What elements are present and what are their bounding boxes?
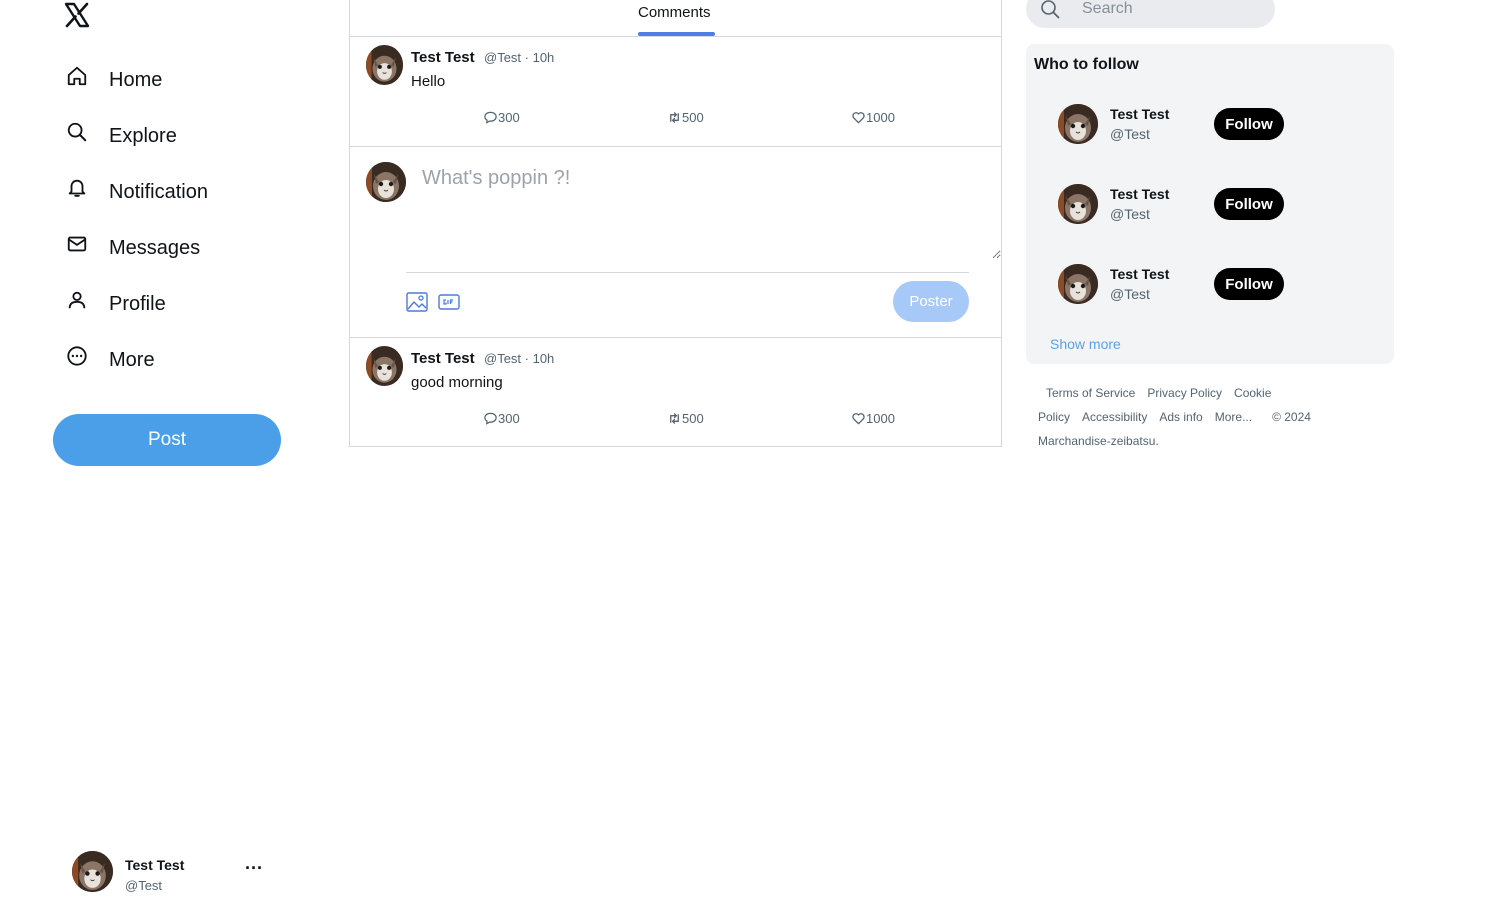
suggestion-name[interactable]: Test Test: [1110, 266, 1169, 282]
nav-item-home[interactable]: Home: [64, 60, 162, 100]
search-icon: [1040, 0, 1060, 19]
more-circle-icon: [64, 343, 90, 369]
post-button[interactable]: Post: [53, 414, 281, 466]
search-icon: [64, 119, 90, 145]
nav-item-more[interactable]: More: [64, 340, 155, 380]
suggestion-handle: @Test: [1110, 286, 1150, 302]
retweet-button[interactable]: 500: [667, 411, 704, 426]
tab-comments[interactable]: Comments: [638, 4, 711, 21]
tab-active-indicator: [638, 32, 715, 36]
nav-label-notification: Notification: [109, 180, 208, 203]
avatar[interactable]: [1058, 184, 1098, 224]
comment-icon: [484, 412, 497, 425]
nav-item-profile[interactable]: Profile: [64, 284, 166, 324]
terms-link[interactable]: Terms of Service: [1046, 386, 1135, 400]
bell-icon: [64, 175, 90, 201]
heart-icon: [852, 112, 865, 124]
follow-button[interactable]: Follow: [1214, 268, 1284, 300]
retweet-icon: [670, 112, 679, 123]
follow-suggestion[interactable]: Test Test @Test Follow: [1058, 184, 1298, 228]
tweet-composer: Poster: [350, 146, 1001, 338]
retweet-icon: [670, 413, 679, 424]
nav-label-messages: Messages: [109, 236, 201, 259]
avatar: [366, 162, 406, 202]
reply-button[interactable]: 300: [483, 411, 520, 426]
follow-button[interactable]: Follow: [1214, 108, 1284, 140]
suggestion-handle: @Test: [1110, 206, 1150, 222]
nav-label-profile: Profile: [109, 292, 166, 315]
account-switcher[interactable]: Test Test @Test ···: [72, 851, 272, 893]
show-more-link[interactable]: Show more: [1050, 336, 1121, 352]
tweet[interactable]: Test Test @Test · 10h good morning 300 5…: [350, 338, 1001, 446]
follow-button[interactable]: Follow: [1214, 188, 1284, 220]
tab-bar: Comments: [350, 0, 1001, 37]
privacy-link[interactable]: Privacy Policy: [1147, 386, 1222, 400]
x-logo-icon[interactable]: [64, 2, 90, 28]
accessibility-link[interactable]: Accessibility: [1082, 410, 1147, 424]
heart-icon: [852, 413, 865, 425]
who-to-follow-panel: Who to follow Test Test @Test Follow Tes…: [1026, 44, 1394, 364]
tweet-text: good morning: [411, 374, 503, 391]
poster-button[interactable]: Poster: [893, 281, 969, 322]
tweet-meta: @Test · 10h: [484, 351, 555, 366]
nav-item-notification[interactable]: Notification: [64, 172, 208, 212]
like-button[interactable]: 1000: [851, 411, 895, 426]
avatar[interactable]: [366, 45, 403, 85]
account-handle: @Test: [125, 878, 163, 893]
account-name: Test Test: [125, 857, 185, 873]
reply-button[interactable]: 300: [483, 110, 520, 125]
suggestion-name[interactable]: Test Test: [1110, 186, 1169, 202]
cookie-link[interactable]: Cookie: [1234, 386, 1271, 400]
more-options-icon[interactable]: ···: [245, 859, 265, 879]
avatar[interactable]: [1058, 264, 1098, 304]
who-to-follow-title: Who to follow: [1034, 56, 1139, 73]
copyright: © 2024: [1272, 410, 1311, 424]
tweet[interactable]: Test Test @Test · 10h Hello 300 500 1000: [350, 37, 1001, 145]
tweet-meta: @Test · 10h: [484, 50, 555, 65]
avatar[interactable]: [1058, 104, 1098, 144]
retweet-count: 500: [682, 411, 704, 426]
tweet-text: Hello: [411, 73, 446, 90]
main-feed: Comments Test Test @Test · 10h Hello 300…: [349, 0, 1002, 447]
comment-icon: [484, 111, 497, 124]
retweet-count: 500: [682, 110, 704, 125]
cookie-link-cont[interactable]: Policy: [1038, 410, 1070, 424]
ads-info-link[interactable]: Ads info: [1159, 410, 1202, 424]
company-name: Marchandise-zeibatsu.: [1038, 434, 1159, 448]
search-bar[interactable]: [1026, 0, 1275, 28]
reply-count: 300: [498, 110, 520, 125]
tweet-author-name[interactable]: Test Test: [411, 49, 475, 66]
avatar: [72, 851, 113, 892]
composer-divider: [406, 272, 969, 273]
suggestion-handle: @Test: [1110, 126, 1150, 142]
nav-label-explore: Explore: [109, 124, 177, 147]
person-icon: [64, 287, 90, 313]
more-link[interactable]: More...: [1215, 410, 1252, 424]
home-icon: [64, 63, 90, 89]
nav-label-home: Home: [109, 68, 163, 91]
gif-icon[interactable]: [438, 292, 460, 312]
follow-suggestion[interactable]: Test Test @Test Follow: [1058, 104, 1298, 148]
retweet-button[interactable]: 500: [667, 110, 704, 125]
avatar[interactable]: [366, 346, 403, 386]
like-count: 1000: [866, 411, 895, 426]
composer-input[interactable]: [408, 155, 1001, 259]
search-input[interactable]: [1082, 0, 1262, 22]
nav-item-explore[interactable]: Explore: [64, 116, 177, 156]
tweet-author-name[interactable]: Test Test: [411, 350, 475, 367]
like-count: 1000: [866, 110, 895, 125]
mail-icon: [64, 231, 90, 257]
follow-suggestion[interactable]: Test Test @Test Follow: [1058, 264, 1298, 308]
reply-count: 300: [498, 411, 520, 426]
suggestion-name[interactable]: Test Test: [1110, 106, 1169, 122]
nav-label-more: More: [109, 348, 155, 371]
image-icon[interactable]: [406, 292, 428, 312]
footer-links: Terms of Service Privacy Policy Cookie Pol…: [1038, 381, 1338, 453]
like-button[interactable]: 1000: [851, 110, 895, 125]
nav-item-messages[interactable]: Messages: [64, 228, 200, 268]
